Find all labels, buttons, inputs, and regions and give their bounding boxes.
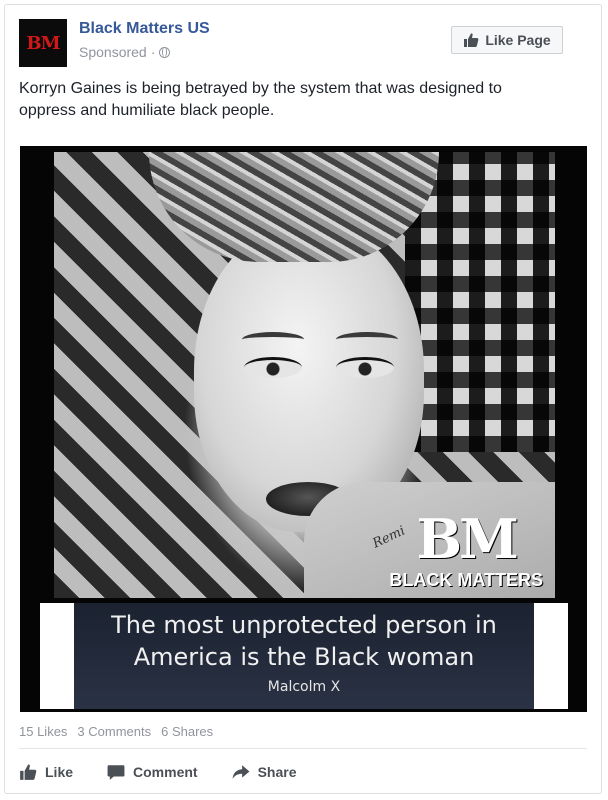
quote-line-1: The most unprotected person in [111, 611, 497, 639]
thumbs-up-icon [464, 33, 479, 47]
logo-wordmark: BLACK MATTERS [389, 570, 543, 590]
portrait-photo: Remi BM BLACK MATTERS [54, 152, 555, 598]
share-arrow-icon [232, 765, 250, 779]
black-matters-logo: BM BLACK MATTERS [389, 512, 543, 591]
comment-label: Comment [133, 764, 198, 780]
comments-count[interactable]: 3 Comments [77, 724, 151, 739]
globe-icon[interactable] [159, 46, 171, 58]
comment-button[interactable]: Comment [107, 763, 198, 781]
meta-separator: · [150, 44, 156, 60]
actions-divider [19, 748, 587, 749]
page-avatar[interactable]: BM [19, 19, 67, 67]
share-button[interactable]: Share [232, 763, 297, 781]
likes-count[interactable]: 15 Likes [19, 724, 67, 739]
thumbs-up-icon [20, 764, 37, 780]
engagement-stats: 15 Likes 3 Comments 6 Shares [19, 724, 213, 739]
share-label: Share [257, 764, 297, 780]
right-brow [336, 332, 398, 347]
left-eye [244, 357, 302, 378]
quote-author: Malcolm X [267, 679, 341, 695]
headwrap [149, 152, 439, 262]
like-page-label: Like Page [485, 32, 551, 48]
sponsored-post-card: BM Black Matters US Sponsored · Like Pag… [4, 4, 602, 794]
sponsored-label[interactable]: Sponsored [79, 44, 147, 60]
quote-caption: The most unprotected person in America i… [74, 603, 534, 709]
page-name-link[interactable]: Black Matters US [79, 20, 210, 38]
left-brow [242, 332, 304, 347]
like-label: Like [45, 764, 74, 780]
left-caption-border [40, 603, 74, 709]
post-actions: Like Comment Share [19, 757, 297, 787]
sponsored-meta: Sponsored · [79, 44, 171, 60]
right-eye [336, 357, 394, 378]
avatar-logo-text: BM [26, 32, 60, 54]
quote-line-2: America is the Black woman [133, 643, 475, 671]
shares-count[interactable]: 6 Shares [161, 724, 213, 739]
logo-mark: BM [416, 507, 518, 571]
like-button[interactable]: Like [19, 763, 73, 781]
right-caption-border [534, 603, 568, 709]
like-page-button[interactable]: Like Page [451, 26, 563, 54]
post-text: Korryn Gaines is being betrayed by the s… [19, 80, 502, 119]
post-image[interactable]: Remi BM BLACK MATTERS The most unprotect… [20, 146, 587, 712]
post-header: BM Black Matters US Sponsored · Like Pag… [19, 19, 587, 69]
comment-icon [107, 765, 125, 780]
